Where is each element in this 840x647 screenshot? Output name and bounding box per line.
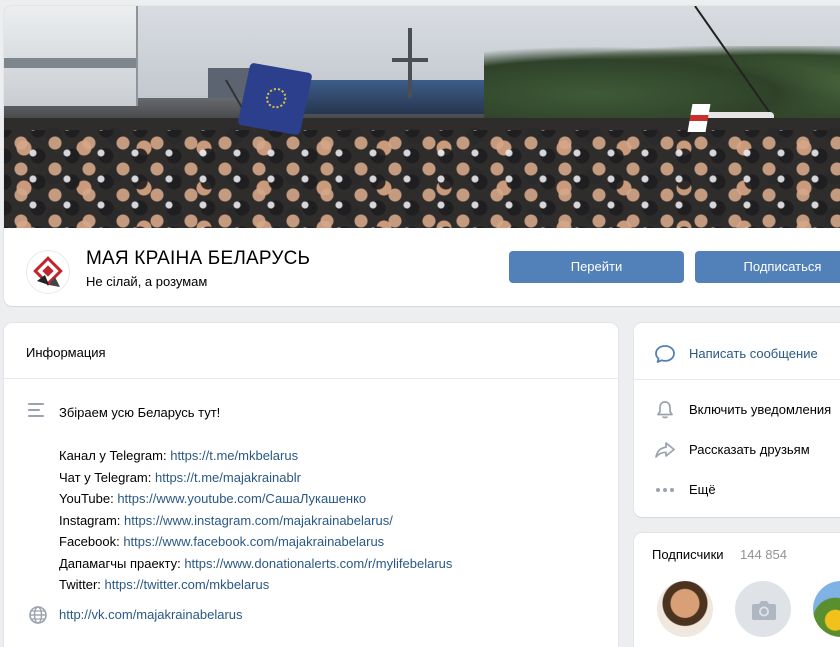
telegram-channel-link[interactable]: https://t.me/mkbelarus: [170, 448, 298, 463]
bell-icon: [657, 401, 673, 419]
link-label: YouTube:: [59, 491, 118, 506]
link-label: Instagram:: [59, 512, 125, 528]
info-title: Информация: [26, 345, 106, 360]
write-message-button[interactable]: Написать сообщение: [634, 335, 840, 371]
subscribe-button[interactable]: Подписаться: [695, 251, 840, 283]
group-identity: МАЯ КРАІНА БЕЛАРУСЬ Не сілай, а розумам …: [4, 228, 840, 306]
donation-link[interactable]: https://www.donationalerts.com/r/mylifeb…: [184, 556, 452, 571]
group-header-card: МАЯ КРАІНА БЕЛАРУСЬ Не сілай, а розумам …: [4, 6, 840, 306]
share-button[interactable]: Рассказать друзьям: [634, 431, 840, 467]
website-link[interactable]: http://vk.com/majakrainabelarus: [59, 607, 243, 622]
write-message-label: Написать сообщение: [689, 346, 818, 361]
goto-button[interactable]: Перейти: [509, 251, 684, 283]
instagram-link[interactable]: https://www.instagram.com/majakrainabela…: [124, 513, 393, 528]
camera-icon: [752, 601, 776, 620]
group-name: МАЯ КРАІНА БЕЛАРУСЬ: [86, 248, 311, 269]
group-description: Збіраем усю Беларусь тут! Канал у Telegr…: [59, 402, 452, 596]
divider: [4, 378, 618, 379]
divider: [634, 379, 840, 380]
description-lines-icon: [28, 403, 46, 419]
link-row-telegram-chat: Чат у Telegram: https://t.me/majakrainab…: [59, 467, 452, 489]
link-row-donation: Дапамагчы праекту: https://www.donationa…: [59, 553, 452, 575]
followers-title[interactable]: Подписчики: [652, 547, 724, 562]
message-bubble-icon: [655, 345, 675, 363]
link-label: Facebook:: [59, 534, 124, 549]
link-row-twitter: Twitter: https://twitter.com/mkbelarus: [59, 574, 452, 596]
link-label: Дапамагчы праекту:: [59, 555, 185, 571]
cover-photo: [4, 6, 840, 228]
follower-avatar[interactable]: [657, 581, 713, 637]
more-label: Ещё: [689, 482, 716, 497]
group-avatar[interactable]: [26, 250, 70, 294]
enable-notifications-label: Включить уведомления: [689, 402, 832, 417]
followers-card: Подписчики 144 854: [634, 533, 840, 647]
follower-avatar[interactable]: [813, 581, 840, 637]
more-button[interactable]: Ещё: [634, 471, 840, 507]
link-row-telegram-channel: Канал у Telegram: https://t.me/mkbelarus: [59, 445, 452, 467]
link-row-facebook: Facebook: https://www.facebook.com/majak…: [59, 531, 452, 553]
link-row-instagram: Instagram: https://www.instagram.com/maj…: [59, 510, 452, 532]
description-intro: Збіраем усю Беларусь тут!: [59, 405, 221, 420]
twitter-link[interactable]: https://twitter.com/mkbelarus: [105, 577, 270, 592]
share-arrow-icon: [655, 442, 675, 458]
group-status: Не сілай, а розумам: [86, 274, 208, 289]
link-label: Канал у Telegram:: [59, 448, 171, 463]
link-row-youtube: YouTube: https://www.youtube.com/СашаЛук…: [59, 488, 452, 510]
link-label: Чат у Telegram:: [59, 469, 155, 485]
group-logo-icon: [27, 251, 69, 293]
share-label: Рассказать друзьям: [689, 442, 810, 457]
link-label: Twitter:: [59, 577, 105, 592]
facebook-link[interactable]: https://www.facebook.com/majakrainabelar…: [123, 534, 384, 549]
youtube-link[interactable]: https://www.youtube.com/СашаЛукашенко: [117, 491, 366, 506]
more-dots-icon: [656, 488, 674, 492]
enable-notifications-button[interactable]: Включить уведомления: [634, 391, 840, 427]
actions-card: Написать сообщение Включить уведомления …: [634, 323, 840, 517]
info-card: Информация Збіраем усю Беларусь тут! Кан…: [4, 323, 618, 647]
telegram-chat-link[interactable]: https://t.me/majakrainablr: [155, 470, 301, 485]
follower-avatar[interactable]: [735, 581, 791, 637]
followers-count: 144 854: [740, 547, 787, 562]
globe-icon: [29, 606, 47, 624]
vk-group-page: МАЯ КРАІНА БЕЛАРУСЬ Не сілай, а розумам …: [0, 0, 840, 647]
